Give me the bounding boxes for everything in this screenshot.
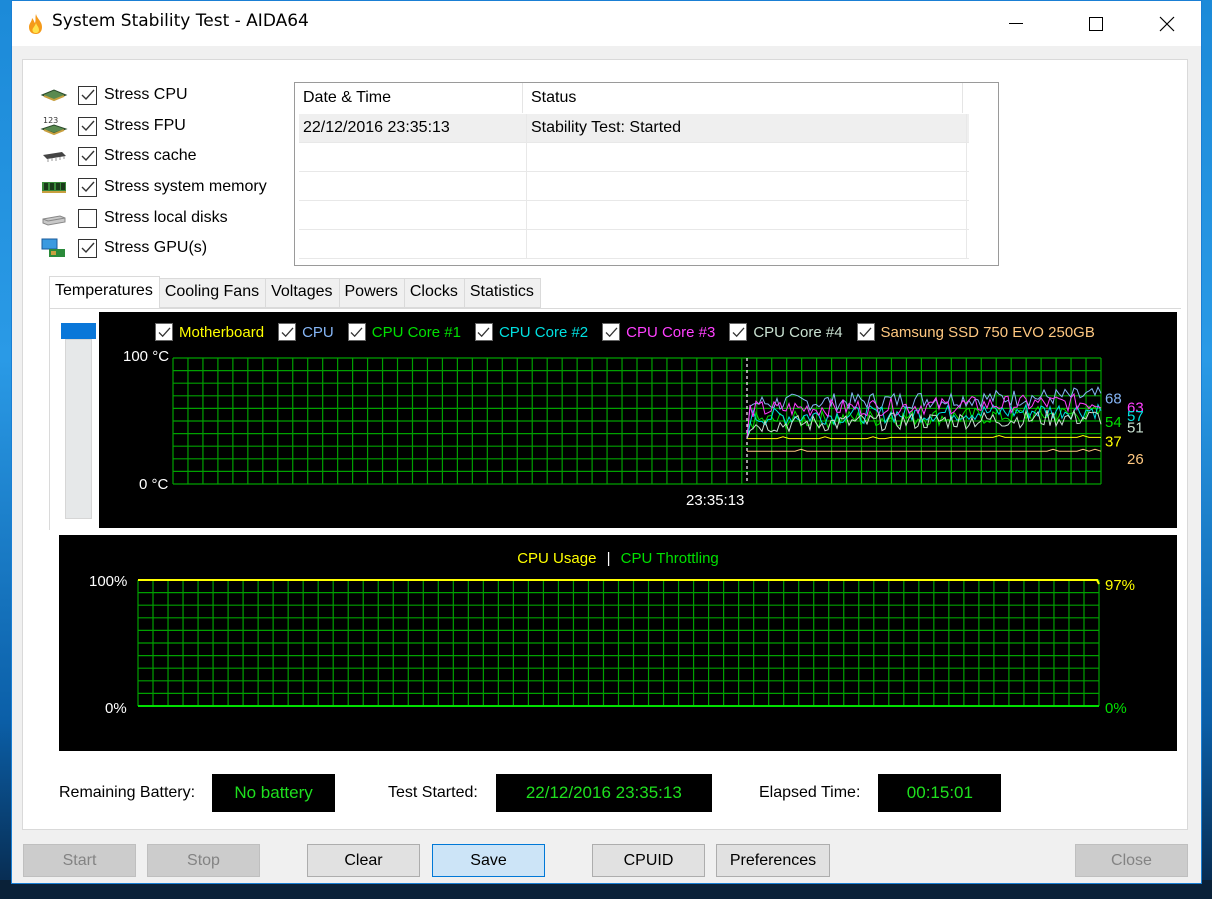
stop-button[interactable]: Stop — [147, 844, 260, 877]
test-started-status: Test Started: 22/12/2016 23:35:13 — [388, 774, 712, 812]
temperature-plot: 686354 57513726 — [172, 357, 1144, 485]
graph-scrollbar[interactable] — [65, 339, 92, 519]
cpu-usage-graph: CPU Usage | CPU Throttling 100% 0% 97% 0… — [59, 535, 1177, 751]
stress-disks-option[interactable]: Stress local disks — [40, 205, 300, 231]
test-started-value: 22/12/2016 23:35:13 — [495, 774, 712, 812]
tab-powers[interactable]: Powers — [339, 278, 405, 308]
sensor-current-value: 26 — [1127, 451, 1144, 468]
tab-voltages[interactable]: Voltages — [266, 278, 340, 308]
close-icon — [1159, 16, 1175, 31]
temperature-series-line — [747, 434, 1101, 440]
log-header-row: Date & Time Status — [295, 83, 965, 113]
svg-text:123: 123 — [43, 116, 58, 125]
elapsed-time-value: 00:15:01 — [878, 774, 1002, 812]
stress-cache-label: Stress cache — [104, 147, 197, 164]
stress-cpu-label: Stress CPU — [104, 86, 188, 103]
tab-panel-border-left — [49, 308, 50, 530]
stress-memory-label: Stress system memory — [104, 178, 267, 195]
stress-fpu-label: Stress FPU — [104, 117, 186, 134]
stress-cache-checkbox[interactable] — [78, 146, 97, 166]
log-row-empty — [299, 230, 969, 259]
elapsed-time-status: Elapsed Time: 00:15:01 — [759, 774, 1002, 812]
close-button[interactable]: Close — [1075, 844, 1188, 877]
cpu-chip-icon — [40, 89, 68, 102]
temperature-graph: Motherboard CPU CPU Core #1 CPU Core #2 … — [99, 312, 1177, 528]
sensor-current-value: 68 — [1105, 390, 1122, 407]
stress-fpu-option[interactable]: 123 Stress FPU — [40, 113, 300, 139]
stress-fpu-checkbox[interactable] — [78, 116, 97, 136]
stability-test-window: System Stability Test - AIDA64 Stress CP… — [11, 0, 1202, 884]
sensor-current-value: 37 — [1105, 433, 1122, 450]
log-row-datetime: 22/12/2016 23:35:13 — [299, 114, 527, 142]
window-title: System Stability Test - AIDA64 — [52, 11, 309, 31]
log-row-empty — [299, 172, 969, 201]
cpu-plot — [137, 579, 1100, 707]
log-row[interactable]: 22/12/2016 23:35:13 Stability Test: Star… — [299, 114, 969, 143]
log-row-status: Stability Test: Started — [527, 114, 967, 142]
log-row-empty — [299, 143, 969, 172]
tab-statistics[interactable]: Statistics — [464, 278, 541, 308]
gpu-icon — [41, 238, 65, 257]
flame-icon — [29, 14, 42, 34]
sensor-current-value: 51 — [1127, 420, 1144, 437]
tab-temperatures[interactable]: Temperatures — [49, 276, 160, 308]
graph-scrollbar-thumb[interactable] — [61, 323, 96, 339]
start-button[interactable]: Start — [23, 844, 136, 877]
sensor-tabs: Temperatures Cooling Fans Voltages Power… — [49, 276, 541, 308]
clear-button[interactable]: Clear — [307, 844, 420, 877]
fpu-chip-icon: 123 — [40, 116, 68, 136]
stress-gpu-label: Stress GPU(s) — [104, 239, 208, 256]
log-row-empty — [299, 201, 969, 230]
stress-gpu-option[interactable]: Stress GPU(s) — [40, 235, 300, 261]
stress-gpu-checkbox[interactable] — [78, 238, 97, 258]
stress-cpu-option[interactable]: Stress CPU — [40, 82, 300, 108]
save-button[interactable]: Save — [432, 844, 545, 877]
preferences-button[interactable]: Preferences — [716, 844, 830, 877]
log-header-datetime[interactable]: Date & Time — [295, 83, 523, 113]
memory-module-icon — [42, 182, 66, 193]
disk-drive-icon — [42, 215, 66, 226]
maximize-button[interactable] — [1061, 1, 1131, 46]
maximize-icon — [1089, 16, 1103, 31]
minimize-button[interactable] — [981, 1, 1051, 46]
cpuid-button[interactable]: CPUID — [592, 844, 705, 877]
test-started-label: Test Started: — [388, 784, 478, 801]
stress-disks-checkbox[interactable] — [78, 208, 97, 228]
battery-value: No battery — [212, 774, 336, 812]
sensor-current-value: 54 — [1105, 414, 1122, 431]
tab-panel-border — [49, 308, 1181, 309]
elapsed-time-label: Elapsed Time: — [759, 784, 861, 801]
title-bar[interactable]: System Stability Test - AIDA64 — [12, 1, 1201, 46]
client-area: Stress CPU 123 Stress FPU Stress cache S… — [22, 59, 1188, 830]
stress-memory-checkbox[interactable] — [78, 177, 97, 197]
tab-cooling-fans[interactable]: Cooling Fans — [159, 278, 267, 308]
battery-status: Remaining Battery: No battery — [59, 774, 336, 812]
minimize-icon — [1009, 23, 1023, 24]
tab-clocks[interactable]: Clocks — [404, 278, 465, 308]
stress-disks-label: Stress local disks — [104, 209, 228, 226]
battery-label: Remaining Battery: — [59, 784, 196, 801]
close-window-button[interactable] — [1132, 1, 1202, 46]
stress-cpu-checkbox[interactable] — [78, 85, 97, 105]
status-log-table[interactable]: Date & Time Status 22/12/2016 23:35:13 S… — [294, 82, 999, 266]
cache-chip-icon — [43, 152, 66, 162]
stress-memory-option[interactable]: Stress system memory — [40, 174, 300, 200]
temperature-series-line — [747, 448, 1102, 452]
log-header-status[interactable]: Status — [523, 83, 963, 113]
stress-cache-option[interactable]: Stress cache — [40, 143, 300, 169]
